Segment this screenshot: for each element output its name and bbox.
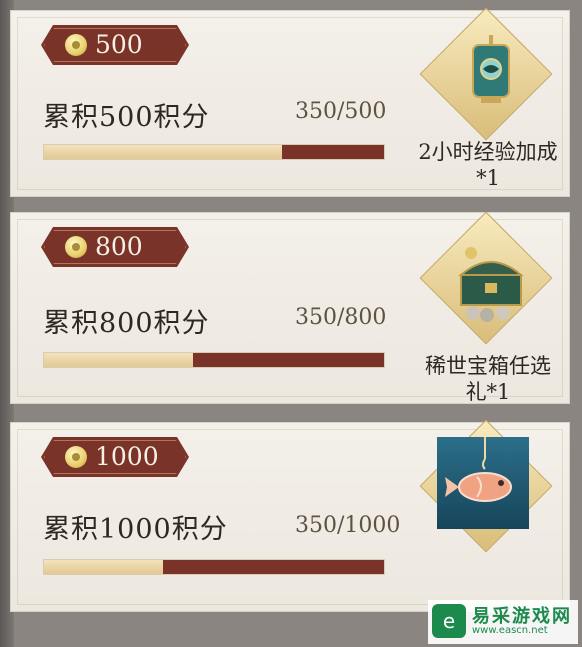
reward-card-1000: 1000 累积1000积分 350/1000 <box>10 419 570 612</box>
reward-item[interactable] <box>419 419 553 553</box>
fish-icon <box>445 437 512 502</box>
reward-item[interactable] <box>419 211 553 345</box>
reward-label: 2小时经验加成 *1 <box>395 139 581 191</box>
milestone-title: 累积500积分 <box>43 102 210 133</box>
progress-score: 350/800 <box>295 305 387 330</box>
progress-score: 350/1000 <box>295 513 401 538</box>
reward-label-line1: 2小时经验加成 <box>418 140 558 164</box>
reward-label-line2: *1 <box>476 166 500 190</box>
points-tag: 800 <box>41 227 189 267</box>
site-watermark: e 易采游戏网 www.eascn.net <box>428 600 578 644</box>
watermark-logo-icon: e <box>432 604 466 638</box>
reward-label-line2: 礼*1 <box>465 380 511 404</box>
watermark-url: www.eascn.net <box>472 625 548 636</box>
progress-bar <box>43 559 385 575</box>
progress-bar <box>43 352 385 368</box>
coin-icon <box>65 446 87 468</box>
reward-card-500: 500 累积500积分 350/500 2小时经验加成 *1 <box>10 7 570 197</box>
reward-card-800: 800 累积800积分 350/800 稀世宝箱任选 礼*1 <box>10 211 570 404</box>
reward-label: 稀世宝箱任选 礼*1 <box>395 353 581 405</box>
milestone-title: 累积800积分 <box>43 308 210 339</box>
progress-bar-fill <box>44 560 163 574</box>
progress-score: 350/500 <box>295 99 387 124</box>
coin-icon <box>65 34 87 56</box>
reward-item[interactable] <box>419 7 553 141</box>
progress-bar-fill <box>44 145 282 159</box>
points-tag: 1000 <box>41 437 189 477</box>
progress-bar-fill <box>44 353 193 367</box>
milestone-title: 累积1000积分 <box>43 514 228 545</box>
points-tag-value: 800 <box>95 232 143 261</box>
points-tag: 500 <box>41 25 189 65</box>
coin-icon <box>65 236 87 258</box>
points-tag-value: 1000 <box>95 442 159 471</box>
progress-bar <box>43 144 385 160</box>
treasure-chest-icon <box>458 247 524 322</box>
reward-label-line1: 稀世宝箱任选 <box>425 354 551 378</box>
points-tag-value: 500 <box>95 30 143 59</box>
reward-tile <box>437 437 529 529</box>
exp-scroll-icon <box>472 35 510 103</box>
